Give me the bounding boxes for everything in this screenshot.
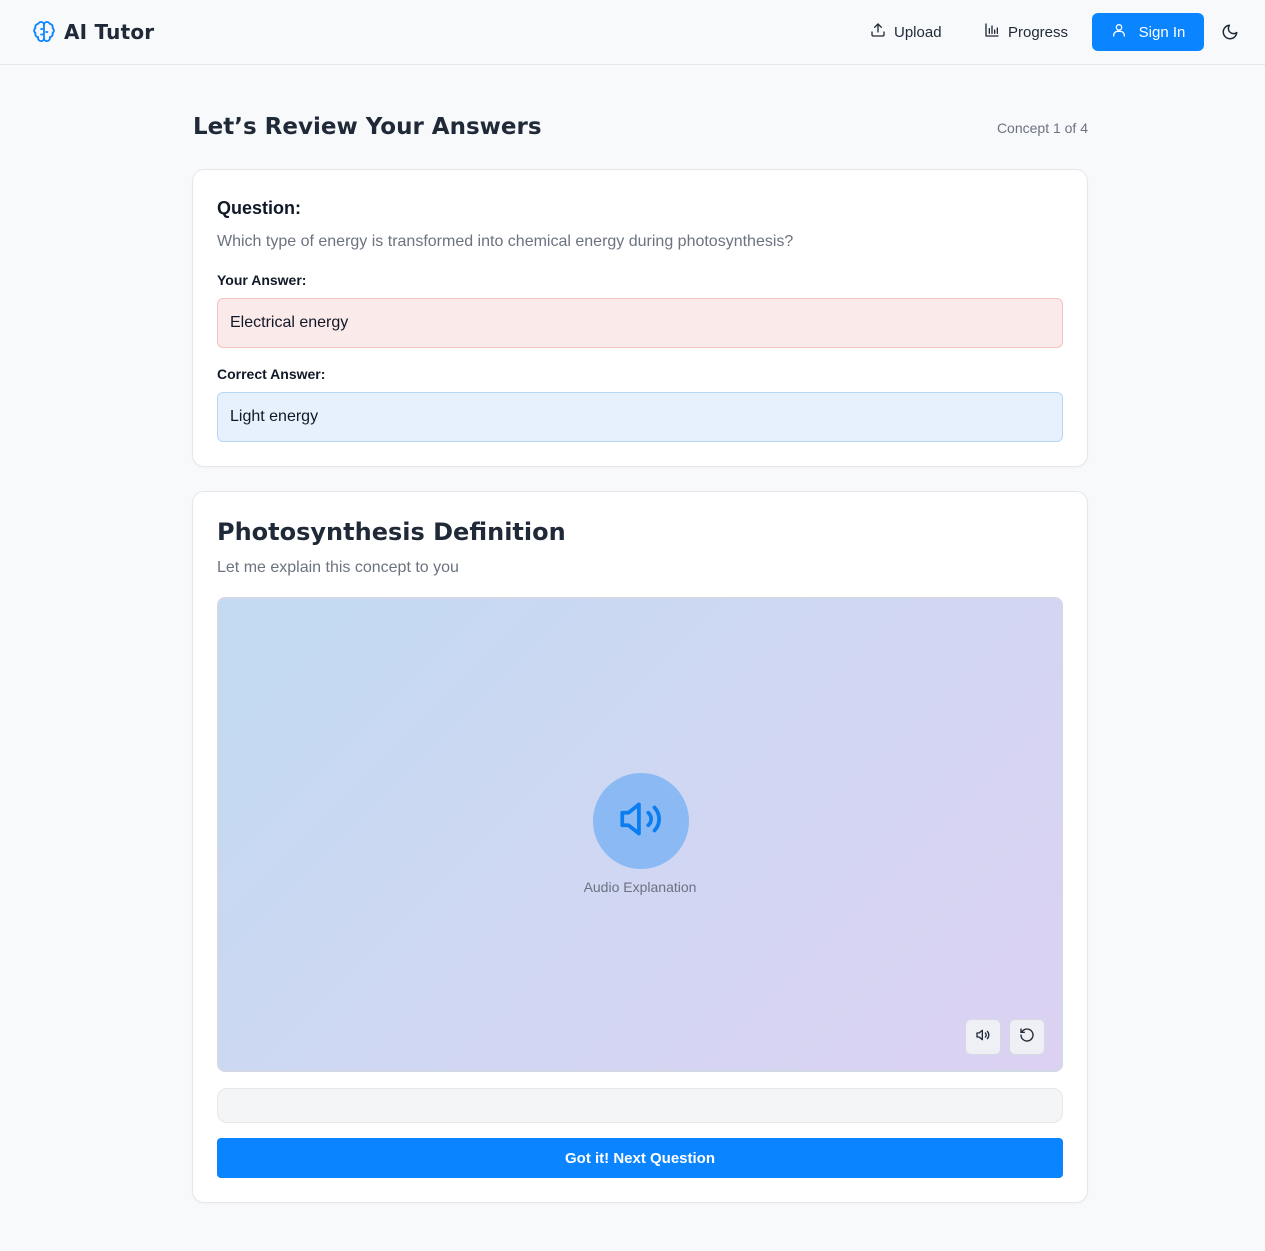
upload-icon (870, 22, 886, 42)
brand-logo[interactable]: AI Tutor (32, 19, 154, 45)
bar-chart-icon (984, 22, 1000, 42)
concept-title: Photosynthesis Definition (217, 518, 566, 546)
nav-progress-link[interactable]: Progress (984, 14, 1068, 50)
concept-counter: Concept 1 of 4 (996, 120, 1088, 136)
concept-card: Photosynthesis Definition Let me explain… (192, 491, 1088, 1203)
volume-icon (975, 1027, 991, 1048)
volume-button[interactable] (965, 1019, 1001, 1055)
correct-answer-label: Correct Answer: (217, 366, 326, 382)
audio-label: Audio Explanation (583, 879, 697, 895)
page-title: Let’s Review Your Answers (193, 114, 542, 140)
moon-icon[interactable] (1221, 23, 1239, 41)
audio-player-area: Audio Explanation (217, 597, 1063, 1072)
question-text: Which type of energy is transformed into… (217, 233, 794, 250)
nav-upload-label: Upload (894, 23, 942, 41)
nav-upload-link[interactable]: Upload (870, 14, 942, 50)
playback-progress-bar[interactable] (217, 1088, 1063, 1123)
sign-in-button[interactable]: Sign In (1092, 13, 1204, 51)
top-navbar: AI Tutor Upload Progress Sign In (0, 0, 1265, 65)
correct-answer-box: Light energy (217, 392, 1063, 442)
next-question-button[interactable]: Got it! Next Question (217, 1138, 1063, 1178)
speaker-wave-icon (616, 794, 666, 849)
play-audio-button[interactable] (593, 773, 689, 869)
brain-icon (32, 20, 56, 44)
question-label: Question: (217, 198, 301, 218)
your-answer-label: Your Answer: (217, 272, 307, 288)
replay-button[interactable] (1009, 1019, 1045, 1055)
question-card: Question: Which type of energy is transf… (192, 169, 1088, 467)
sign-in-label: Sign In (1138, 23, 1186, 41)
app-title: AI Tutor (64, 20, 155, 44)
user-icon (1111, 22, 1127, 42)
nav-progress-label: Progress (1008, 23, 1069, 41)
concept-subtitle: Let me explain this concept to you (217, 559, 459, 576)
replay-icon (1019, 1027, 1035, 1048)
your-answer-box: Electrical energy (217, 298, 1063, 348)
